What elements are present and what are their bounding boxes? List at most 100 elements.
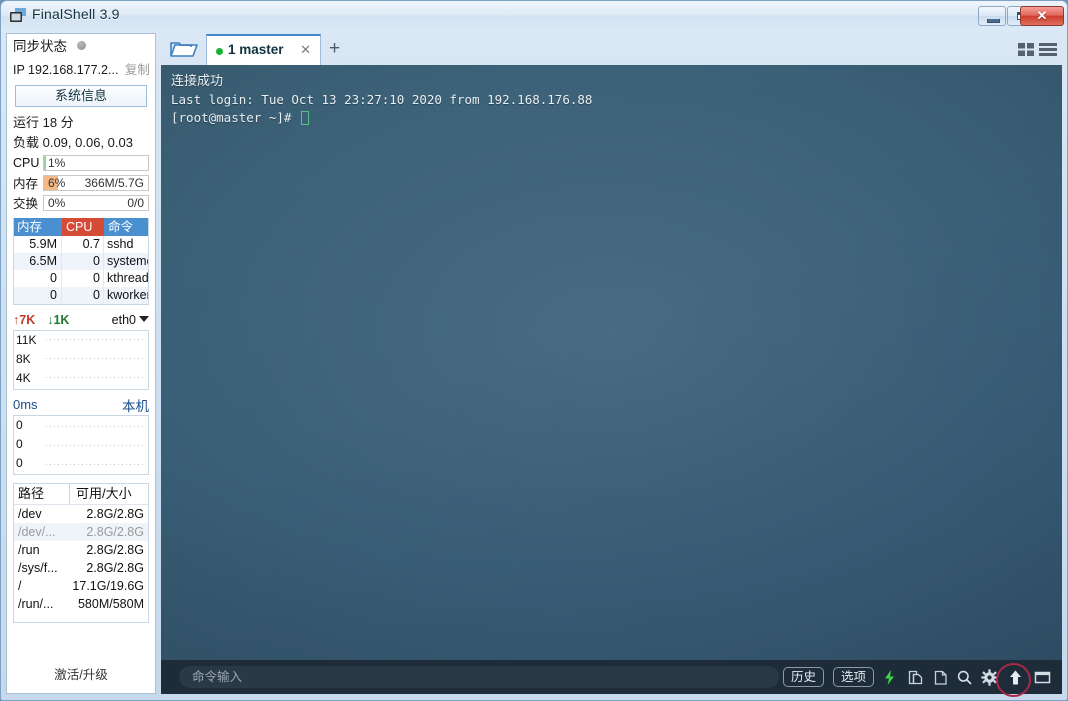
close-button[interactable]: ✕ (1020, 6, 1064, 26)
process-command: kthread (104, 270, 148, 287)
process-command: kworker (104, 287, 148, 304)
ip-address-row: IP 192.168.177.2... 复制 (7, 60, 155, 80)
meter-percent: 0% (48, 196, 65, 210)
search-icon[interactable] (956, 669, 973, 686)
process-cpu: 0 (62, 270, 104, 287)
network-chart-plot (46, 333, 146, 387)
sidebar: 同步状态 IP 192.168.177.2... 复制 系统信息 运行 18 分… (6, 33, 156, 694)
disk-row[interactable]: /17.1G/19.6G (14, 577, 148, 595)
resource-meters: CPU1%内存6%366M/5.7G交换0%0/0 (7, 153, 155, 212)
ping-stats-row: 0ms 本机 (13, 395, 149, 414)
minimize-button[interactable] (978, 6, 1006, 26)
chart-y-tick: 0 (16, 454, 46, 473)
app-title: FinalShell 3.9 (32, 6, 120, 22)
chart-y-tick: 0 (16, 435, 46, 454)
disk-header-path[interactable]: 路径 (14, 484, 70, 504)
bolt-icon[interactable] (881, 669, 898, 686)
tab-1-master[interactable]: 1 master ✕ (206, 34, 321, 65)
process-cpu: 0.7 (62, 236, 104, 253)
meter-label: 内存 (13, 173, 43, 192)
process-row[interactable]: 00kworker (14, 287, 148, 304)
load-average-label: 负载 0.09, 0.06, 0.03 (7, 133, 155, 152)
network-chart-bars (46, 333, 146, 387)
disk-path: /dev/... (14, 523, 70, 541)
upload-arrow-icon[interactable] (1007, 669, 1024, 686)
process-cpu: 0 (62, 253, 104, 270)
process-memory: 6.5M (14, 253, 62, 270)
title-bar: FinalShell 3.9 ✕ (1, 1, 1067, 31)
disk-table-header: 路径 可用/大小 (14, 484, 148, 505)
disk-table-body: /dev2.8G/2.8G/dev/...2.8G/2.8G/run2.8G/2… (14, 505, 148, 613)
tab-label: 1 master (228, 42, 284, 57)
process-header-cpu[interactable]: CPU (62, 218, 104, 236)
add-tab-button[interactable]: + (329, 39, 340, 58)
process-table-body: 5.9M0.7sshd6.5M0systemd00kthread00kworke… (14, 236, 148, 304)
disk-row[interactable]: /run2.8G/2.8G (14, 541, 148, 559)
terminal-output[interactable]: 连接成功Last login: Tue Oct 13 23:27:10 2020… (161, 65, 1062, 660)
disk-size: 2.8G/2.8G (70, 505, 148, 523)
meter-bar: 0% 0/0 (43, 195, 149, 211)
ping-chart: 000 (13, 415, 149, 475)
minimize-icon (987, 19, 1000, 23)
process-row[interactable]: 5.9M0.7sshd (14, 236, 148, 253)
terminal-line: 连接成功 (171, 73, 1062, 91)
history-button[interactable]: 历史 (783, 667, 824, 687)
options-button[interactable]: 选项 (833, 667, 874, 687)
process-header-command[interactable]: 命令 (104, 218, 148, 236)
process-command: systemd (104, 253, 148, 270)
gear-icon[interactable] (981, 669, 998, 686)
process-memory: 5.9M (14, 236, 62, 253)
process-memory: 0 (14, 270, 62, 287)
tab-bar: 1 master ✕ + (161, 34, 1062, 65)
meter-value: 366M/5.7G (85, 176, 144, 190)
grid-view-icon[interactable] (1018, 42, 1035, 57)
chart-y-tick: 11K (16, 331, 46, 350)
ping-latency-label: 0ms (13, 397, 38, 412)
close-icon: ✕ (1021, 8, 1063, 24)
app-icon (10, 8, 26, 23)
network-interface-label: eth0 (112, 313, 136, 327)
disk-row[interactable]: /sys/f...2.8G/2.8G (14, 559, 148, 577)
process-row[interactable]: 00kthread (14, 270, 148, 287)
meter-percent: 6% (48, 176, 65, 190)
disk-row[interactable]: /run/...580M/580M (14, 595, 148, 613)
uptime-label: 运行 18 分 (7, 113, 155, 133)
process-row[interactable]: 6.5M0systemd (14, 253, 148, 270)
system-info-button[interactable]: 系统信息 (15, 85, 147, 107)
chart-y-tick: 0 (16, 416, 46, 435)
disk-usage-table: 路径 可用/大小 /dev2.8G/2.8G/dev/...2.8G/2.8G/… (13, 483, 149, 623)
window-icon[interactable] (1034, 669, 1051, 686)
meter-bar: 1% (43, 155, 149, 171)
disk-path: /dev (14, 505, 70, 523)
disk-row[interactable]: /dev/...2.8G/2.8G (14, 523, 148, 541)
tab-close-icon[interactable]: ✕ (300, 42, 311, 58)
meter-memory: 内存 6% 366M/5.7G (13, 173, 149, 192)
terminal-line: Last login: Tue Oct 13 23:27:10 2020 fro… (171, 91, 1062, 109)
disk-size: 2.8G/2.8G (70, 541, 148, 559)
chevron-down-icon (139, 316, 149, 322)
disk-size: 2.8G/2.8G (70, 523, 148, 541)
process-header-memory[interactable]: 内存 (14, 218, 62, 236)
disk-row[interactable]: /dev2.8G/2.8G (14, 505, 148, 523)
network-chart-y-labels: 11K8K4K (16, 331, 46, 388)
disk-path: / (14, 577, 70, 595)
disk-size: 17.1G/19.6G (70, 577, 148, 595)
copy-file-icon[interactable] (907, 669, 924, 686)
meter-label: 交换 (13, 193, 43, 212)
copy-ip-button[interactable]: 复制 (125, 63, 150, 77)
chart-y-tick: 4K (16, 369, 46, 388)
command-input[interactable]: 命令输入 (179, 666, 779, 688)
disk-size: 2.8G/2.8G (70, 559, 148, 577)
network-stats-row: ↑7K ↓1K eth0 (13, 310, 149, 329)
paste-file-icon[interactable] (932, 669, 949, 686)
sync-status-row: 同步状态 (7, 34, 155, 60)
network-interface-select[interactable]: eth0 (112, 313, 149, 327)
list-view-icon[interactable] (1039, 42, 1057, 57)
disk-header-size[interactable]: 可用/大小 (70, 484, 148, 504)
meter-value: 0/0 (127, 196, 144, 210)
activate-upgrade-link[interactable]: 激活/升级 (7, 664, 155, 683)
disk-path: /run (14, 541, 70, 559)
open-folder-icon[interactable] (166, 37, 202, 62)
ping-chart-plot (46, 418, 146, 472)
process-memory: 0 (14, 287, 62, 304)
